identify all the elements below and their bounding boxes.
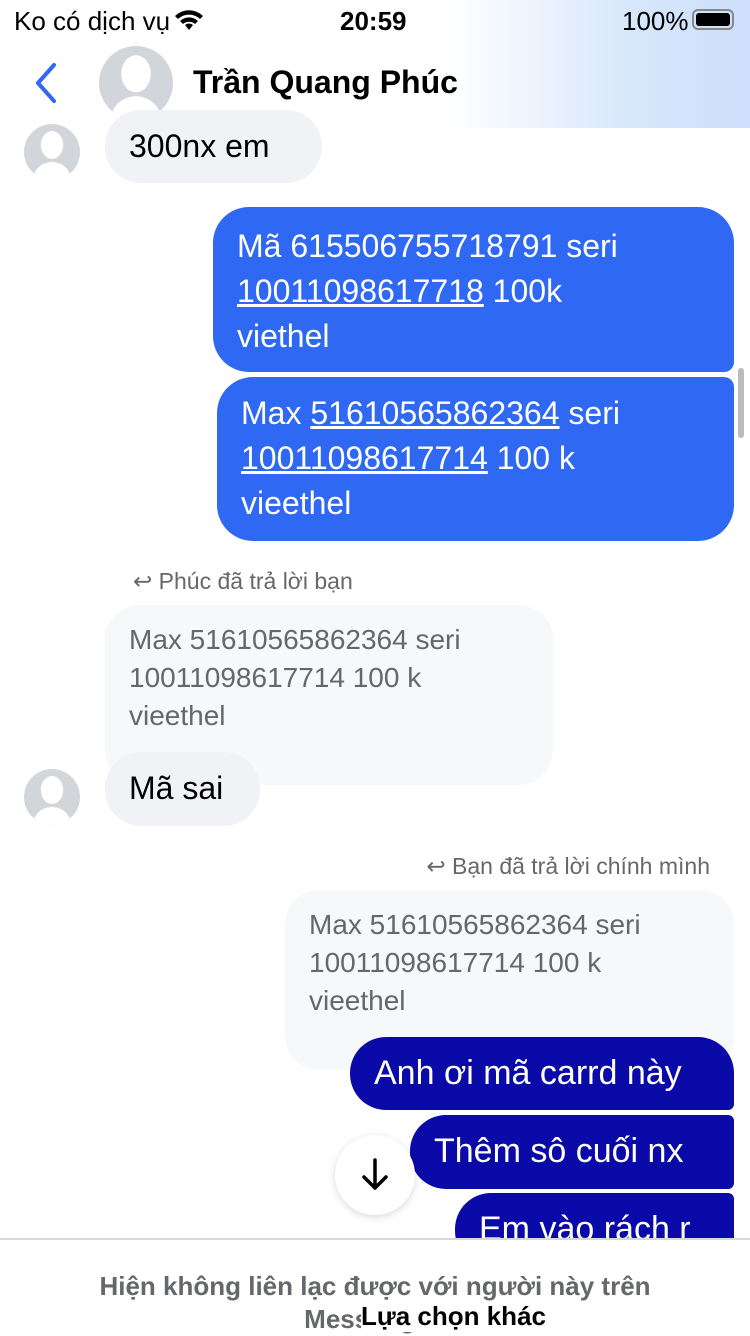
message-line: vieethel bbox=[241, 485, 352, 521]
quote-line: Max 51610565862364 seri bbox=[129, 624, 461, 655]
message-line: viethel bbox=[237, 318, 330, 354]
scrollbar[interactable] bbox=[738, 368, 744, 438]
reply-icon: ↩︎ bbox=[133, 568, 153, 594]
wifi-icon bbox=[175, 10, 203, 30]
message-bubble[interactable]: Thêm sô cuối nx bbox=[410, 1115, 734, 1189]
quote-line: 10011098617714 100 k bbox=[129, 662, 422, 693]
message-text: Thêm sô cuối nx bbox=[434, 1132, 684, 1170]
scroll-to-bottom-button[interactable] bbox=[335, 1135, 415, 1215]
message-line: seri bbox=[559, 395, 620, 431]
battery-percent: 100% bbox=[622, 6, 689, 36]
quote-line: vieethel bbox=[129, 700, 226, 731]
reply-label: ↩︎ Bạn đã trả lời chính mình bbox=[426, 853, 710, 880]
other-options-link[interactable]: Lựa chọn khác bbox=[361, 1301, 546, 1332]
sender-avatar bbox=[24, 769, 80, 825]
reply-icon: ↩︎ bbox=[426, 853, 446, 879]
clock: 20:59 bbox=[340, 6, 407, 36]
message-line: Max bbox=[241, 395, 311, 431]
sender-avatar bbox=[24, 124, 80, 180]
phone-link[interactable]: 51610565862364 bbox=[310, 395, 559, 431]
reply-label-text: Phúc đã trả lời bạn bbox=[158, 568, 353, 594]
serial-link[interactable]: 10011098617718 bbox=[237, 273, 484, 309]
carrier-label: Ko có dịch vụ bbox=[14, 6, 171, 36]
message-bubble[interactable]: Anh ơi mã carrd này bbox=[350, 1037, 734, 1110]
reply-label: ↩︎ Phúc đã trả lời bạn bbox=[133, 568, 353, 595]
quote-line: Max 51610565862364 seri bbox=[309, 909, 641, 940]
message-line: 100 k bbox=[487, 440, 575, 476]
reply-label-text: Bạn đã trả lời chính mình bbox=[452, 853, 710, 879]
message-line: 100k bbox=[483, 273, 563, 309]
serial-link[interactable]: 10011098617714 bbox=[241, 440, 488, 476]
message-bubble[interactable]: Mã 615506755718791 seri 10011098617718 1… bbox=[213, 207, 734, 372]
message-bubble[interactable]: 300nx em bbox=[105, 110, 322, 183]
message-text: 300nx em bbox=[129, 128, 270, 164]
contact-avatar[interactable] bbox=[99, 46, 173, 120]
message-bubble[interactable]: Max 51610565862364 seri 10011098617714 1… bbox=[217, 377, 734, 541]
message-text: Mã sai bbox=[129, 770, 224, 806]
arrow-down-icon bbox=[362, 1158, 388, 1190]
message-line: Mã 615506755718791 seri bbox=[237, 228, 618, 264]
contact-name[interactable]: Trần Quang Phúc bbox=[193, 64, 458, 101]
quote-line: 10011098617714 100 k bbox=[309, 947, 602, 978]
quote-line: vieethel bbox=[309, 985, 406, 1016]
message-text: Anh ơi mã carrd này bbox=[374, 1054, 682, 1092]
back-chevron-icon[interactable] bbox=[32, 62, 60, 104]
battery-icon bbox=[692, 9, 734, 30]
message-bubble[interactable]: Mã sai bbox=[105, 752, 260, 826]
